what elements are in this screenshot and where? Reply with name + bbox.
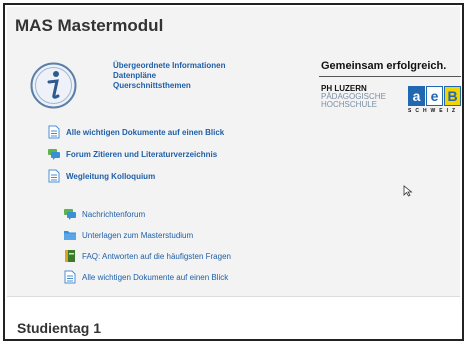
section-title-studientag: Studientag 1	[17, 320, 102, 336]
aeb-subtitle: SCHWEIZ	[408, 108, 460, 114]
course-section: MAS Mastermodul Übergeordnete Informatio…	[7, 7, 462, 297]
glossary-icon	[65, 250, 75, 262]
link-faq[interactable]: FAQ: Antworten auf die häufigsten Fragen	[63, 249, 231, 263]
ph-line2: HOCHSCHULE	[321, 100, 378, 109]
page-icon	[64, 270, 76, 284]
folder-icon	[64, 231, 76, 240]
link-label: FAQ: Antworten auf die häufigsten Fragen	[82, 251, 231, 261]
link-label: Unterlagen zum Masterstudium	[82, 230, 194, 240]
page-icon	[48, 125, 60, 139]
link-dokumente-blick-2[interactable]: Alle wichtigen Dokumente auf einen Blick	[63, 270, 228, 284]
info-links: Übergeordnete Informationen Datenpläne Q…	[113, 61, 225, 91]
page-icon	[48, 169, 60, 183]
aeb-logo: a e B	[408, 86, 462, 107]
section-title: MAS Mastermodul	[15, 16, 164, 35]
logo-tagline: Gemeinsam erfolgreich.	[321, 60, 447, 72]
link-label: Wegleitung Kolloquium	[66, 171, 156, 181]
link-label: Nachrichtenforum	[82, 209, 146, 219]
ph-luzern-logo: PH LUZERN PÄDAGOGISCHE HOCHSCHULE	[321, 85, 386, 109]
forum-icon	[48, 149, 60, 160]
mouse-cursor-icon	[403, 185, 413, 197]
link-wegleitung[interactable]: Wegleitung Kolloquium	[47, 169, 155, 183]
link-label: Alle wichtigen Dokumente auf einen Blick	[66, 127, 225, 137]
aeb-letter-b: B	[444, 86, 461, 106]
link-unterlagen[interactable]: Unterlagen zum Masterstudium	[63, 228, 193, 242]
info-icon	[30, 62, 77, 109]
aeb-letter-a: a	[408, 86, 425, 106]
forum-icon	[64, 209, 76, 220]
link-nachrichtenforum[interactable]: Nachrichtenforum	[63, 207, 145, 221]
course-frame: MAS Mastermodul Übergeordnete Informatio…	[3, 3, 464, 341]
aeb-letter-e: e	[426, 86, 443, 106]
info-link-querschnittsthemen[interactable]: Querschnittsthemen	[113, 81, 225, 91]
link-label: Forum Zitieren und Literaturverzeichnis	[66, 149, 218, 159]
logo-divider	[319, 76, 461, 77]
link-dokumente-blick[interactable]: Alle wichtigen Dokumente auf einen Blick	[47, 125, 224, 139]
link-label: Alle wichtigen Dokumente auf einen Blick	[82, 272, 229, 282]
info-link-datenplaene[interactable]: Datenpläne	[113, 71, 225, 81]
link-forum-zitieren[interactable]: Forum Zitieren und Literaturverzeichnis	[47, 147, 217, 161]
info-link-uebergeordnet[interactable]: Übergeordnete Informationen	[113, 61, 225, 71]
